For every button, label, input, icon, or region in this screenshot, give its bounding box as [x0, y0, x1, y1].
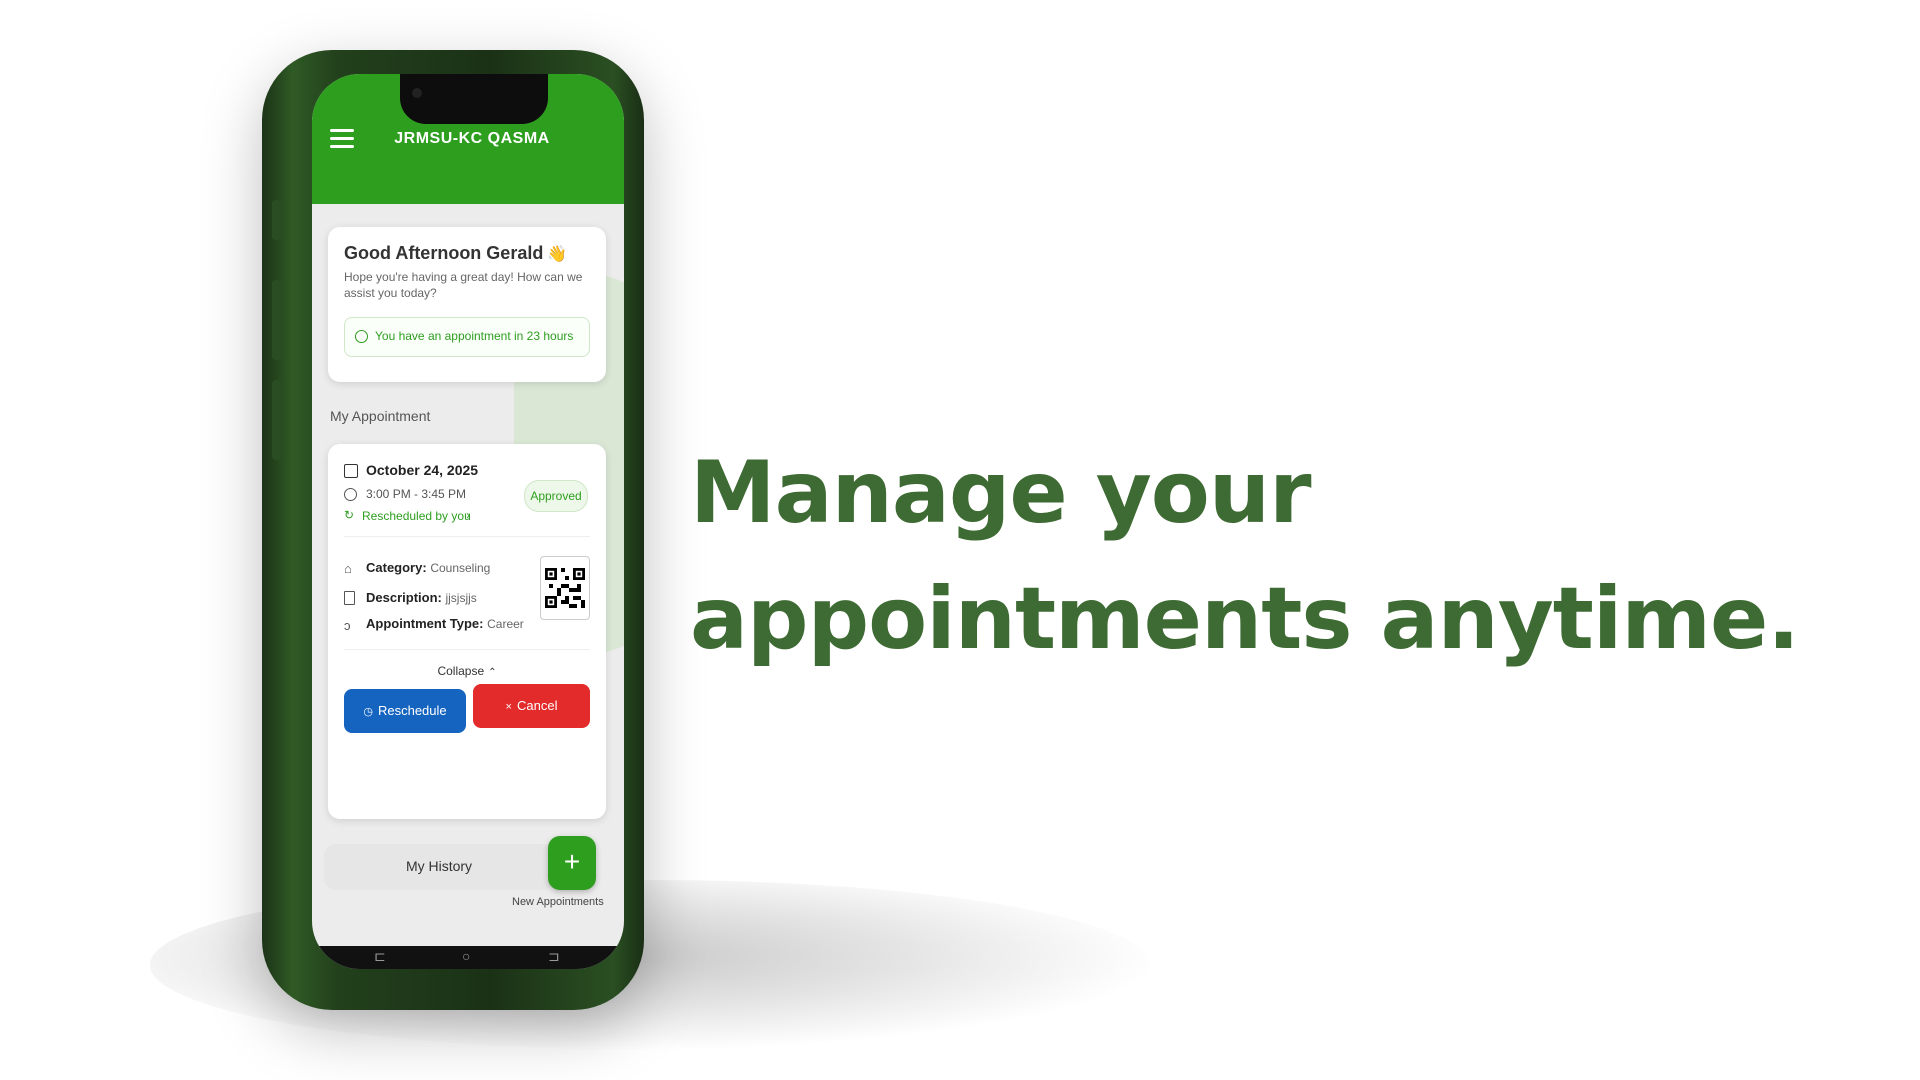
document-icon [344, 591, 355, 605]
chevron-right-icon[interactable]: › [466, 508, 470, 522]
rescheduled-link[interactable]: Rescheduled by you [362, 509, 471, 523]
reschedule-button[interactable]: ◷ Reschedule [344, 689, 466, 733]
appointment-type-value: Career [487, 617, 524, 631]
tag-icon: ⌂ [344, 561, 352, 576]
description-row: Description: jjsjsjjs [366, 590, 477, 605]
appointment-type-row: Appointment Type: Career [366, 616, 524, 631]
close-icon: × [505, 701, 512, 713]
collapse-toggle[interactable]: Collapse ⌃ [328, 664, 606, 678]
hamburger-menu-icon[interactable] [330, 129, 354, 149]
my-history-label: My History [405, 858, 473, 874]
appointment-date: October 24, 2025 [366, 462, 479, 478]
my-history-button[interactable]: My History [324, 844, 554, 890]
greeting-title-text: Good Afternoon Gerald [344, 243, 544, 263]
appointment-reminder[interactable]: You have an appointment in 23 hours [344, 317, 590, 357]
home-icon[interactable]: ○ [462, 948, 470, 964]
back-icon[interactable]: ⊐ [548, 948, 560, 965]
camera-icon [412, 88, 422, 98]
clock-icon: ◷ [363, 706, 373, 718]
headline-line-2: appointments anytime. [690, 569, 1800, 669]
category-value: Counseling [430, 561, 491, 575]
clock-icon [355, 330, 368, 343]
appointment-type-label: Appointment Type: [366, 616, 484, 631]
divider [344, 649, 590, 650]
clock-icon [344, 488, 357, 501]
phone-volume-down [272, 380, 282, 460]
new-appointments-label: New Appointments [512, 896, 604, 908]
refresh-icon: ↻ [344, 508, 355, 522]
divider [344, 536, 590, 537]
recent-apps-icon[interactable]: ⊏ [374, 948, 386, 965]
collapse-label: Collapse [437, 664, 485, 678]
app-title: JRMSU-KC QASMA [394, 130, 550, 147]
qr-code[interactable] [540, 556, 590, 620]
chevron-up-icon: ⌃ [488, 667, 497, 678]
appointment-card: October 24, 2025 3:00 PM - 3:45 PM ↻ Res… [328, 444, 606, 819]
android-nav-bar: ⊏ ○ ⊐ [312, 946, 624, 969]
category-label: Category: [366, 560, 427, 575]
qr-code-graphic [545, 568, 585, 608]
appointment-time: 3:00 PM - 3:45 PM [366, 487, 467, 501]
description-value: jjsjsjjs [445, 591, 477, 605]
headline-line-1: Manage your [690, 443, 1311, 543]
appointment-type-icon: ↄ [344, 618, 351, 633]
wave-hand-icon: 👋 [547, 246, 568, 263]
calendar-icon [344, 464, 358, 478]
cancel-button[interactable]: × Cancel [473, 684, 590, 728]
greeting-subtitle: Hope you're having a great day! How can … [344, 270, 583, 300]
phone-side-button [272, 200, 282, 240]
marketing-headline: Manage your appointments anytime. [690, 430, 1800, 682]
category-row: Category: Counseling [366, 560, 490, 575]
phone-volume-up [272, 280, 282, 360]
status-badge: Approved [524, 480, 588, 512]
description-label: Description: [366, 590, 442, 605]
phone-mockup: JRMSU-KC QASMA Good Afternoon Gerald 👋 Ho… [262, 50, 644, 1010]
new-appointment-fab[interactable]: + [548, 836, 596, 890]
reschedule-label: Reschedule [377, 703, 447, 718]
phone-notch [400, 74, 548, 124]
greeting-card: Good Afternoon Gerald 👋 Hope you're havin… [328, 227, 606, 382]
greeting-title: Good Afternoon Gerald 👋 [344, 243, 567, 264]
phone-screen: JRMSU-KC QASMA Good Afternoon Gerald 👋 Ho… [312, 74, 624, 969]
appointment-reminder-text: You have an appointment in 23 hours [375, 329, 574, 343]
section-title-my-appointment: My Appointment [330, 408, 431, 424]
cancel-label: Cancel [516, 698, 558, 713]
